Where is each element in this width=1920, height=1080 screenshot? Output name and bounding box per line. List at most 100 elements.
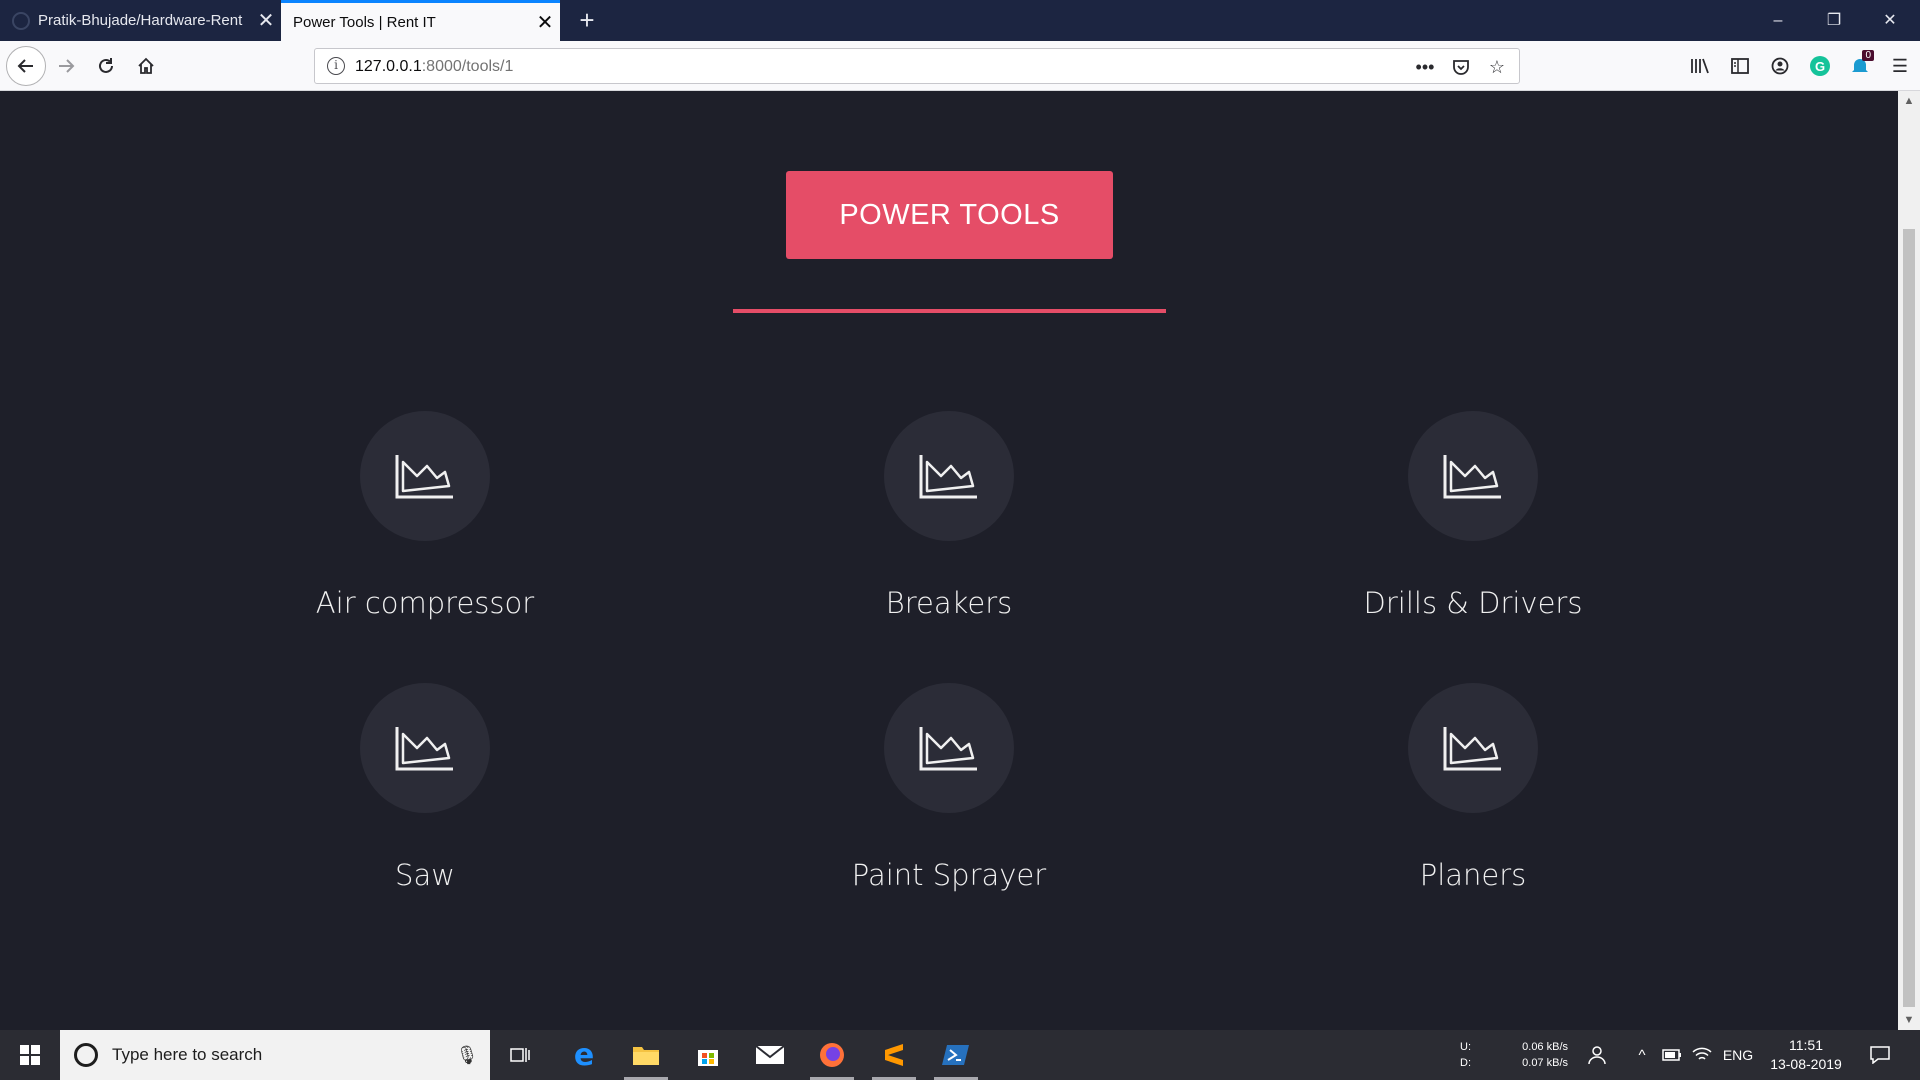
taskbar-search-box[interactable]: Type here to search 🎙: [60, 1030, 490, 1080]
store-icon: [698, 1050, 718, 1066]
mail-app[interactable]: [745, 1030, 795, 1080]
store-app[interactable]: [683, 1030, 733, 1080]
system-clock[interactable]: 11:51 13-08-2019: [1762, 1036, 1850, 1074]
page-content: POWER TOOLS Air compressor Breakers Dril…: [0, 91, 1898, 1030]
tool-icon-circle: [360, 683, 490, 813]
tab-title: Power Tools | Rent IT: [293, 13, 436, 31]
action-center-icon[interactable]: [1862, 1030, 1898, 1080]
area-chart-icon: [1443, 455, 1501, 499]
tool-label: Drills & Drivers: [1363, 586, 1583, 620]
close-tab-icon[interactable]: ✕: [530, 10, 560, 35]
url-path: :8000/tools/1: [421, 58, 514, 75]
home-button[interactable]: [128, 48, 164, 84]
tool-icon-circle: [884, 683, 1014, 813]
reload-button[interactable]: [88, 48, 124, 84]
new-tab-button[interactable]: +: [570, 4, 604, 38]
file-explorer-app[interactable]: [621, 1030, 671, 1080]
menu-icon[interactable]: ☰: [1880, 48, 1920, 84]
mail-icon: [755, 1045, 785, 1064]
tool-card-saw[interactable]: Saw: [225, 683, 625, 903]
forward-arrow-icon: [59, 59, 75, 73]
tool-card-air-compressor[interactable]: Air compressor: [225, 411, 625, 631]
area-chart-icon: [919, 727, 977, 771]
area-chart-icon: [919, 455, 977, 499]
net-down-label: D:: [1460, 1057, 1471, 1069]
bookmark-star-icon[interactable]: ☆: [1483, 53, 1511, 81]
scroll-down-arrow-icon[interactable]: ▼: [1898, 1010, 1920, 1030]
clock-time: 11:51: [1789, 1037, 1823, 1053]
tool-icon-circle: [360, 411, 490, 541]
forward-button[interactable]: [48, 48, 84, 84]
tab-strip: Pratik-Bhujade/Hardware-Rent ✕ Power Too…: [0, 0, 1920, 41]
firefox-app[interactable]: [807, 1030, 857, 1080]
vertical-scrollbar[interactable]: ▲ ▼: [1898, 91, 1920, 1030]
people-icon[interactable]: [1582, 1030, 1612, 1080]
tool-icon-circle: [1408, 683, 1538, 813]
powershell-app[interactable]: [931, 1030, 981, 1080]
account-icon[interactable]: [1760, 48, 1800, 84]
back-button[interactable]: [6, 46, 46, 86]
windows-taskbar: Type here to search 🎙 e U: 0.06 kB/s D: 0.…: [0, 1030, 1920, 1080]
clock-date: 13-08-2019: [1770, 1056, 1842, 1072]
restore-button[interactable]: ❐: [1806, 0, 1862, 41]
tool-card-paint-sprayer[interactable]: Paint Sprayer: [749, 683, 1149, 903]
tab-power-tools[interactable]: Power Tools | Rent IT ✕: [281, 0, 560, 41]
scroll-up-arrow-icon[interactable]: ▲: [1898, 91, 1920, 111]
back-arrow-icon: [17, 59, 33, 73]
tool-label: Planers: [1419, 858, 1527, 892]
minimize-button[interactable]: –: [1750, 0, 1806, 41]
task-view-icon: [510, 1048, 530, 1062]
firefox-icon: [820, 1043, 844, 1067]
url-bar[interactable]: i 127.0.0.1:8000/tools/1 ••• ☆: [314, 48, 1520, 84]
github-icon: [12, 11, 30, 30]
grammarly-icon[interactable]: G: [1810, 56, 1830, 76]
toolbar-extensions: G 0 ☰: [1680, 48, 1920, 84]
start-button[interactable]: [0, 1030, 60, 1080]
search-placeholder: Type here to search: [112, 1045, 263, 1064]
site-info-icon[interactable]: i: [327, 57, 345, 75]
wifi-icon[interactable]: [1688, 1030, 1716, 1080]
area-chart-icon: [395, 455, 453, 499]
pocket-icon[interactable]: [1447, 53, 1475, 81]
url-host: 127.0.0.1: [355, 58, 422, 75]
edge-icon: e: [573, 1037, 595, 1073]
power-tools-heading-button[interactable]: POWER TOOLS: [786, 171, 1113, 259]
tool-label: Air compressor: [315, 586, 535, 620]
url-text[interactable]: 127.0.0.1:8000/tools/1: [355, 58, 513, 76]
folder-icon: [633, 1047, 659, 1065]
tab-title: Pratik-Bhujade/Hardware-Rent: [38, 12, 243, 29]
tool-card-drills-drivers[interactable]: Drills & Drivers: [1273, 411, 1673, 631]
battery-icon[interactable]: [1658, 1030, 1686, 1080]
close-tab-icon[interactable]: ✕: [251, 8, 281, 33]
library-icon[interactable]: [1680, 48, 1720, 84]
edge-app[interactable]: e: [559, 1030, 609, 1080]
sublime-text-app[interactable]: [869, 1030, 919, 1080]
area-chart-icon: [395, 727, 453, 771]
sublime-text-icon: [885, 1044, 903, 1066]
extension-notification-icon[interactable]: 0: [1840, 48, 1880, 84]
net-down-value: 0.07 kB/s: [1522, 1057, 1568, 1069]
tool-card-planers[interactable]: Planers: [1273, 683, 1673, 903]
show-hidden-icons-chevron-icon[interactable]: ^: [1628, 1030, 1656, 1080]
language-indicator[interactable]: ENG: [1718, 1030, 1758, 1080]
net-up-label: U:: [1460, 1041, 1471, 1053]
tool-label: Saw: [395, 858, 455, 892]
notification-badge: 0: [1862, 50, 1874, 61]
sidebar-icon[interactable]: [1720, 48, 1760, 84]
microphone-icon[interactable]: 🎙: [452, 1045, 482, 1066]
scroll-thumb[interactable]: [1903, 229, 1915, 1007]
tab-github[interactable]: Pratik-Bhujade/Hardware-Rent ✕: [0, 0, 281, 41]
net-up-value: 0.06 kB/s: [1522, 1041, 1568, 1053]
windows-logo-icon: [20, 1045, 40, 1065]
network-speed-meter: U: 0.06 kB/s D: 0.07 kB/s: [1460, 1039, 1568, 1071]
tool-label: Breakers: [885, 586, 1013, 620]
url-actions: ••• ☆: [1411, 53, 1511, 81]
close-window-button[interactable]: ✕: [1862, 0, 1918, 41]
tool-card-breakers[interactable]: Breakers: [749, 411, 1149, 631]
powershell-icon: [942, 1045, 969, 1065]
tool-icon-circle: [884, 411, 1014, 541]
tool-label: Paint Sprayer: [851, 858, 1047, 892]
task-view-button[interactable]: [495, 1030, 545, 1080]
page-actions-icon[interactable]: •••: [1411, 53, 1439, 81]
reload-icon: [99, 58, 113, 73]
